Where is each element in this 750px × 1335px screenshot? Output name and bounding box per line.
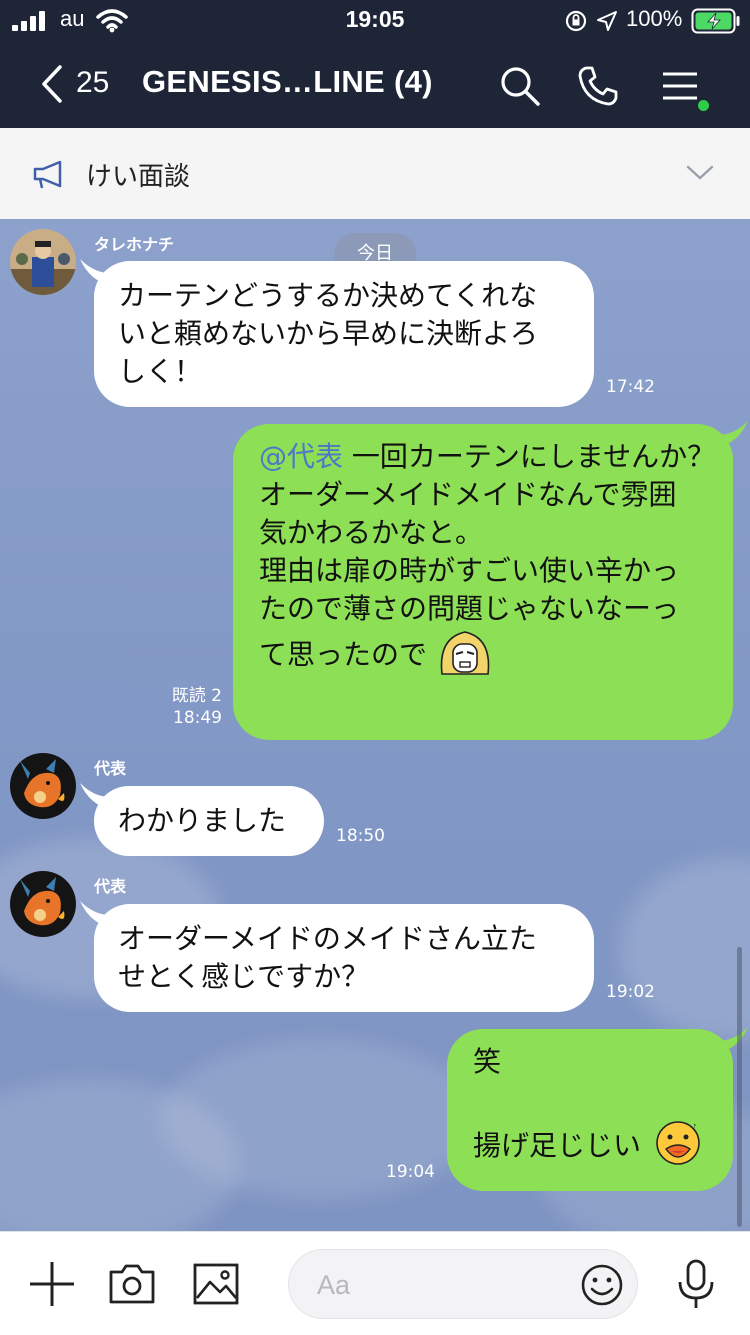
message-text: 理由は扉の時がすごい使い辛かっ: [259, 554, 680, 587]
message-text: 揚げ足じじい: [473, 1129, 642, 1162]
message-text: オーダーメイドのメイドさん立た: [118, 922, 537, 955]
battery-icon: [691, 8, 740, 34]
sender-name: 代表: [94, 877, 127, 896]
message-bubble-incoming[interactable]: オーダーメイドのメイドさん立た せとく感じですか？: [94, 904, 594, 1012]
search-icon: [501, 67, 540, 106]
mention-tag[interactable]: @代表: [259, 440, 343, 473]
message-bubble-incoming[interactable]: わかりました: [94, 786, 324, 856]
avatar[interactable]: [10, 753, 76, 819]
status-bar: au 19:05 100%: [0, 0, 750, 44]
signal-icon: [12, 11, 48, 31]
battery-percentage: 100%: [626, 6, 683, 31]
announcement-text: けい面談: [86, 162, 191, 192]
charizard-avatar: [10, 753, 76, 819]
charizard-avatar: [10, 871, 76, 937]
location-icon: [597, 11, 617, 31]
announcement-bar[interactable]: けい面談: [0, 128, 750, 220]
camera-icon: [109, 1264, 155, 1304]
read-receipt: 既読 2 18:49: [150, 685, 222, 729]
search-button[interactable]: [496, 62, 544, 110]
image-icon: [193, 1263, 239, 1305]
message-text: て思ったので: [259, 638, 428, 671]
wifi-icon: [96, 9, 128, 33]
chat-title: GENESIS…LINE (4): [142, 64, 433, 99]
camera-button[interactable]: [106, 1258, 158, 1310]
message-bubble-outgoing[interactable]: 笑 揚げ足じじい ♪: [447, 1029, 733, 1191]
chat-area[interactable]: タレホナチ 今日 カーテンどうするか決めてくれな いと頼めないから早めに決断よろ…: [0, 219, 750, 1231]
plus-icon: [30, 1262, 74, 1306]
chevron-down-icon[interactable]: [686, 164, 714, 182]
avatar[interactable]: [10, 229, 76, 295]
image-button[interactable]: [190, 1258, 242, 1310]
message-time: 19:04: [386, 1162, 435, 1182]
message-input[interactable]: [315, 1266, 569, 1304]
svg-text:♪: ♪: [692, 1123, 696, 1131]
message-text: 笑: [473, 1045, 502, 1078]
unread-count: 25: [76, 66, 110, 99]
message-text: カーテンどうするか決めてくれな: [118, 279, 538, 312]
chat-scrollbar[interactable]: [737, 947, 742, 1227]
message-text: 一回カーテンにしませんか？: [343, 440, 716, 473]
add-button[interactable]: [26, 1258, 78, 1310]
sally-emoji: ♪: [656, 1121, 700, 1165]
avatar[interactable]: [10, 871, 76, 937]
message-text: 気かわるかなと。: [259, 516, 484, 549]
menu-icon: [663, 72, 697, 100]
menu-button[interactable]: [656, 62, 704, 110]
notification-dot: [698, 100, 709, 111]
message-text: せとく感じですか？: [118, 960, 370, 993]
message-time: 19:02: [606, 982, 655, 1002]
back-button[interactable]: 25: [36, 62, 136, 106]
message-bubble-incoming[interactable]: カーテンどうするか決めてくれな いと頼めないから早めに決断よろ しく！: [94, 261, 594, 407]
message-time: 17:42: [606, 377, 655, 397]
message-text: オーダーメイドメイドなんで雰囲: [259, 478, 677, 511]
chevron-left-icon: [42, 65, 62, 103]
message-text: わかりました: [118, 804, 287, 837]
message-text: [473, 1081, 707, 1119]
megaphone-icon: [33, 160, 62, 189]
message-text-field[interactable]: [288, 1249, 638, 1319]
read-count: 既読 2: [171, 686, 222, 706]
message-text: しく！: [118, 355, 203, 388]
call-button[interactable]: [574, 62, 622, 110]
message-input-bar: [0, 1231, 750, 1335]
sender-name: 代表: [94, 759, 127, 778]
message-text: たので薄さの問題じゃないなーっ: [259, 592, 680, 625]
message-time: 18:50: [336, 826, 385, 846]
blonde-character-emoji: [440, 631, 490, 675]
chat-header: 25 GENESIS…LINE (4): [0, 44, 750, 128]
microphone-icon: [678, 1259, 714, 1308]
message-bubble-outgoing[interactable]: @代表 一回カーテンにしませんか？ オーダーメイドメイドなんで雰囲 気かわるかな…: [233, 424, 733, 740]
phone-icon: [578, 66, 618, 106]
voice-button[interactable]: [670, 1258, 722, 1310]
sender-name: タレホナチ: [94, 235, 175, 254]
message-time: 18:49: [173, 708, 222, 728]
emoji-icon[interactable]: [579, 1262, 625, 1308]
orientation-lock-icon: [565, 10, 587, 32]
avatar-photo: [10, 229, 76, 295]
message-text: いと頼めないから早めに決断よろ: [118, 317, 539, 350]
carrier-name: au: [60, 6, 85, 31]
